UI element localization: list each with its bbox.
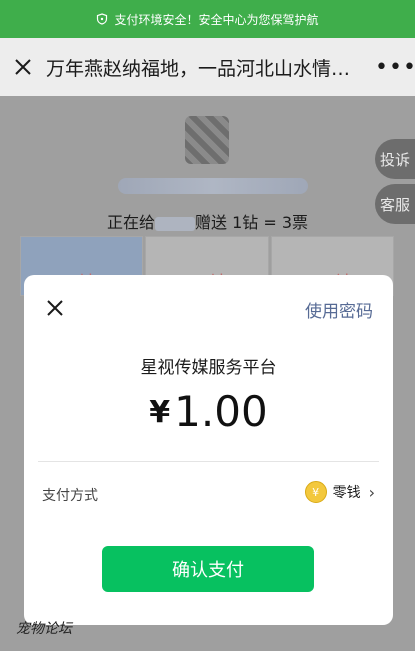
security-banner-text: 支付环境安全！安全中心为您保驾护航 <box>114 12 319 27</box>
avatar <box>185 116 229 164</box>
payment-method-label: 支付方式 <box>42 488 98 504</box>
page-title: 万年燕赵纳福地，一品河北山水情… <box>46 57 351 80</box>
more-icon[interactable]: ••• <box>375 55 415 80</box>
divider <box>38 461 379 462</box>
shield-icon <box>97 13 108 25</box>
use-password-link[interactable]: 使用密码 <box>305 297 373 322</box>
payment-method-value: 零钱 <box>332 485 361 501</box>
gift-prefix: 正在给 <box>106 213 155 232</box>
report-button[interactable]: 投诉 <box>375 139 415 179</box>
chevron-right-icon: › <box>368 482 375 502</box>
payment-method-selector[interactable]: ¥ 零钱 › <box>304 481 375 503</box>
security-banner: 支付环境安全！安全中心为您保驾护航 <box>0 0 415 38</box>
coin-icon: ¥ <box>304 481 327 503</box>
gift-description: 正在给 赠送 1钻 = 3票 <box>0 209 415 233</box>
blurred-recipient <box>154 216 195 231</box>
close-icon[interactable] <box>12 56 34 78</box>
gift-suffix: 赠送 1钻 = 3票 <box>194 213 309 232</box>
merchant-name: 星视传媒服务平台 <box>140 358 277 378</box>
blurred-username <box>118 178 308 194</box>
payment-dialog: 使用密码 星视传媒服务平台 ¥1.00 支付方式 ¥ 零钱 › 确认支付 <box>24 275 393 625</box>
confirm-payment-button[interactable]: 确认支付 <box>102 546 314 592</box>
watermark: 宠物论坛 <box>16 621 72 637</box>
payment-amount: ¥1.00 <box>24 387 393 436</box>
dialog-close-icon[interactable] <box>44 297 66 319</box>
header-bar: 万年燕赵纳福地，一品河北山水情… ••• <box>0 38 415 96</box>
currency-symbol: ¥ <box>149 395 171 430</box>
amount-value: 1.00 <box>174 387 268 436</box>
